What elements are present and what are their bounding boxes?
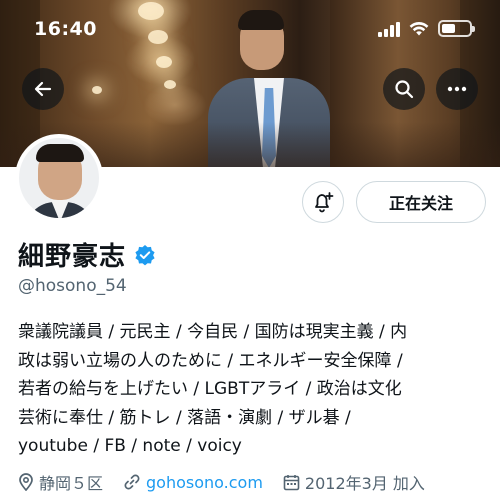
- banner-lamp: [148, 30, 168, 44]
- banner-lamp: [138, 2, 164, 20]
- link-icon: [124, 474, 140, 490]
- profile-meta: 静岡５区 gohosono.com 2012年3月 加入: [18, 470, 445, 494]
- join-date: 2012年3月 加入: [283, 470, 425, 494]
- bio-line: 政は弱い立場の人のために / エネルギー安全保障 /: [18, 350, 403, 371]
- name-row: 細野豪志: [18, 236, 156, 273]
- bio-line: 芸術に奉仕 / 筋トレ / 落語・演劇 / ザル碁 /: [18, 407, 351, 428]
- battery-icon: [438, 20, 475, 37]
- notification-button[interactable]: [302, 181, 344, 223]
- bio-line: 若者の給与を上げたい / LGBTアライ / 政治は文化: [18, 379, 402, 399]
- arrow-left-icon: [34, 81, 52, 97]
- search-button[interactable]: [383, 68, 425, 110]
- verified-badge-icon[interactable]: [134, 244, 156, 266]
- cellular-signal-icon: [378, 21, 400, 37]
- location-pin-icon: [19, 473, 33, 491]
- following-button[interactable]: 正在关注: [356, 181, 486, 223]
- user-handle: @hosono_54: [18, 276, 127, 296]
- bio-line: 衆議院議員 / 元民主 / 今自民 / 国防は現実主義 / 内: [18, 322, 408, 342]
- display-name: 細野豪志: [18, 242, 127, 272]
- status-icons: [378, 20, 475, 37]
- bell-plus-icon: [315, 192, 334, 213]
- website-link[interactable]: gohosono.com: [146, 473, 263, 492]
- banner-lamp: [156, 56, 172, 68]
- battery-level: [442, 24, 455, 33]
- banner-lamp: [164, 80, 176, 89]
- wifi-icon: [409, 21, 429, 35]
- back-button[interactable]: [22, 68, 64, 110]
- join-date-text: 2012年3月 加入: [304, 474, 425, 493]
- calendar-icon: [283, 474, 300, 490]
- more-button[interactable]: [436, 68, 478, 110]
- location: 静岡５区: [18, 470, 103, 494]
- banner-lamp: [92, 86, 102, 94]
- location-text: 静岡５区: [39, 474, 104, 493]
- bio-line: youtube / FB / note / voicy: [18, 436, 242, 456]
- search-icon: [395, 80, 414, 99]
- website[interactable]: gohosono.com: [123, 473, 263, 492]
- more-horizontal-icon: [447, 86, 467, 92]
- avatar[interactable]: [15, 134, 103, 222]
- profile-bio: 衆議院議員 / 元民主 / 今自民 / 国防は現実主義 / 内 政は弱い立場の人…: [18, 318, 488, 461]
- status-time: 16:40: [34, 18, 97, 40]
